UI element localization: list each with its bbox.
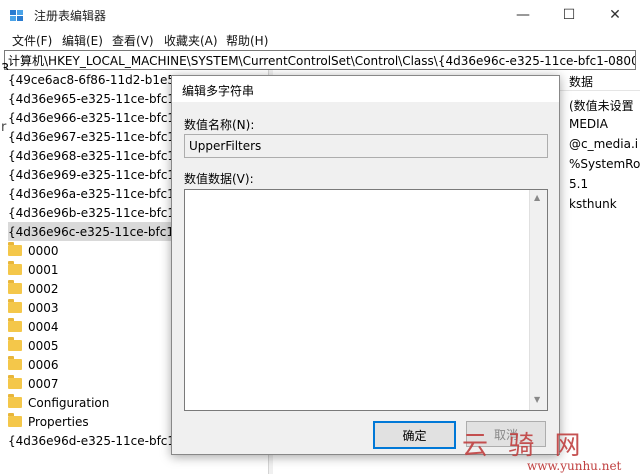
menu-favorites[interactable]: 收藏夹(A) <box>164 32 218 49</box>
tree-item-label: 0005 <box>28 338 59 353</box>
tree-item-label: {4d36e96a-e325-11ce-bfc1-08 <box>8 186 195 201</box>
tree-item[interactable]: {4d36e968-e325-11ce-bfc1-08 <box>8 146 195 165</box>
tree-item-label: {4d36e96b-e325-11ce-bfc1-08 <box>8 205 195 220</box>
tree-item-label: 0002 <box>28 281 59 296</box>
tree-item-label: {4d36e96c-e325-11ce-bfc1-08 <box>8 224 194 239</box>
address-bar[interactable]: 计算机\HKEY_LOCAL_MACHINE\SYSTEM\CurrentCon… <box>4 50 636 70</box>
tree-item-label: 0003 <box>28 300 59 315</box>
tree-item[interactable]: {49ce6ac8-6f86-11d2-b1e5-08 <box>8 70 195 89</box>
value-data-cell[interactable]: MEDIA <box>569 117 608 131</box>
menu-help[interactable]: 帮助(H) <box>226 32 268 49</box>
scroll-up-arrow-icon[interactable]: ▲ <box>534 193 540 202</box>
tree-item[interactable]: {4d36e96b-e325-11ce-bfc1-08 <box>8 203 195 222</box>
overlay-letter: r <box>1 120 7 135</box>
folder-icon <box>8 413 22 427</box>
maximize-button[interactable]: ☐ <box>546 0 592 30</box>
tree-folder-0001[interactable]: 0001 <box>8 260 59 279</box>
ok-button[interactable]: 确定 <box>373 421 456 449</box>
folder-icon <box>8 337 22 351</box>
tree-item-label: Properties <box>28 414 89 429</box>
tree-item[interactable]: {4d36e965-e325-11ce-bfc1-08 <box>8 89 195 108</box>
value-data-cell[interactable]: %SystemRo <box>569 157 640 171</box>
folder-icon <box>8 242 22 256</box>
tree-item[interactable]: {4d36e966-e325-11ce-bfc1-08 <box>8 108 195 127</box>
menu-bar: 文件(F) 编辑(E) 查看(V) 收藏夹(A) 帮助(H) <box>0 30 640 50</box>
address-path[interactable]: 计算机\HKEY_LOCAL_MACHINE\SYSTEM\CurrentCon… <box>8 52 635 69</box>
regedit-icon <box>10 10 23 21</box>
tree-item[interactable]: {4d36e969-e325-11ce-bfc1-08 <box>8 165 195 184</box>
window-title: 注册表编辑器 <box>34 9 107 23</box>
tree-folder-0002[interactable]: 0002 <box>8 279 59 298</box>
tree-item-label: Configuration <box>28 395 110 410</box>
tree-item-selected[interactable]: {4d36e96c-e325-11ce-bfc1-08 <box>8 222 194 241</box>
tree-item-label: {49ce6ac8-6f86-11d2-b1e5-08 <box>8 72 195 87</box>
tree-item-label: {4d36e965-e325-11ce-bfc1-08 <box>8 91 195 106</box>
value-data-cell[interactable]: 5.1 <box>569 177 588 191</box>
folder-icon <box>8 261 22 275</box>
tree-item-label: {4d36e966-e325-11ce-bfc1-08 <box>8 110 195 125</box>
value-data-cell[interactable]: ksthunk <box>569 197 617 211</box>
tree-folder-0006[interactable]: 0006 <box>8 355 59 374</box>
tree-item-label: {4d36e96d-e325-11ce-bfc1-08 <box>8 433 195 448</box>
tree-item-label: {4d36e969-e325-11ce-bfc1-08 <box>8 167 195 182</box>
folder-icon <box>8 280 22 294</box>
tree-item[interactable]: {4d36e967-e325-11ce-bfc1-08 <box>8 127 195 146</box>
dialog-title: 编辑多字符串 <box>182 84 255 98</box>
folder-icon <box>8 318 22 332</box>
value-name-field: UpperFilters <box>184 134 548 158</box>
tree-item[interactable]: {4d36e96d-e325-11ce-bfc1-08 <box>8 431 195 450</box>
value-data-cell[interactable]: @c_media.i <box>569 137 638 151</box>
value-data-cell[interactable]: (数值未设置 <box>569 97 634 114</box>
tree-item-label: 0007 <box>28 376 59 391</box>
tree-item-label: 0001 <box>28 262 59 277</box>
tree-item[interactable]: {4d36e96a-e325-11ce-bfc1-08 <box>8 184 194 203</box>
dialog-title-bar[interactable]: 编辑多字符串 <box>172 76 559 102</box>
menu-view[interactable]: 查看(V) <box>112 32 154 49</box>
tree-folder-0005[interactable]: 0005 <box>8 336 59 355</box>
tree-folder-0007[interactable]: 0007 <box>8 374 59 393</box>
edit-multi-string-dialog: 编辑多字符串 数值名称(N): UpperFilters 数值数据(V): ▲ … <box>171 75 560 455</box>
value-data-textarea[interactable]: ▲ ▼ <box>184 189 548 411</box>
folder-icon <box>8 394 22 408</box>
tree-folder-0004[interactable]: 0004 <box>8 317 59 336</box>
value-name-label: 数值名称(N): <box>184 118 255 132</box>
tree-folder-properties[interactable]: Properties <box>8 412 89 431</box>
tree-item-label: {4d36e967-e325-11ce-bfc1-08 <box>8 129 195 144</box>
title-bar[interactable]: 注册表编辑器 — ☐ ✕ <box>0 0 640 30</box>
value-data-label: 数值数据(V): <box>184 172 254 186</box>
watermark-url: www.yunhu.net <box>527 459 622 473</box>
vertical-scrollbar[interactable]: ▲ ▼ <box>529 190 547 410</box>
minimize-button[interactable]: — <box>500 0 546 30</box>
tree-item-label: 0000 <box>28 243 59 258</box>
folder-icon <box>8 356 22 370</box>
folder-icon <box>8 299 22 313</box>
tree-item-label: 0004 <box>28 319 59 334</box>
tree-item-label: {4d36e968-e325-11ce-bfc1-08 <box>8 148 195 163</box>
menu-edit[interactable]: 编辑(E) <box>62 32 103 49</box>
scroll-down-arrow-icon[interactable]: ▼ <box>534 395 540 404</box>
tree-item-label: 0006 <box>28 357 59 372</box>
close-button[interactable]: ✕ <box>592 0 638 30</box>
value-name-text: UpperFilters <box>189 139 262 153</box>
watermark-logo: 云 骑 网 <box>462 431 587 461</box>
tree-folder-configuration[interactable]: Configuration <box>8 393 109 412</box>
tree-folder-0003[interactable]: 0003 <box>8 298 59 317</box>
tree-folder-0000[interactable]: 0000 <box>8 241 59 260</box>
column-header-data[interactable]: 数据 <box>569 73 593 90</box>
menu-file[interactable]: 文件(F) <box>12 32 52 49</box>
registry-editor-window: 注册表编辑器 — ☐ ✕ 文件(F) 编辑(E) 查看(V) 收藏夹(A) 帮助… <box>0 0 640 474</box>
site-watermark: 云 骑 网 www.yunhu.net <box>462 425 638 474</box>
folder-icon <box>8 375 22 389</box>
